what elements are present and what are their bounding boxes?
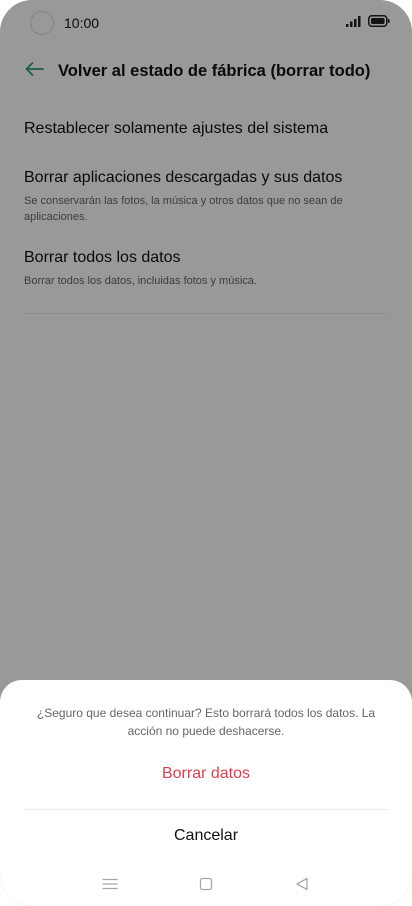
nav-home-button[interactable] (194, 874, 218, 898)
screen: 10:00 Volver al estado de fábrica (borra… (0, 0, 412, 906)
back-icon (295, 877, 309, 896)
erase-data-button[interactable]: Borrar datos (0, 758, 412, 790)
home-icon (199, 877, 213, 896)
confirm-bottom-sheet: ¿Seguro que desea continuar? Esto borrar… (0, 680, 412, 906)
confirm-message: ¿Seguro que desea continuar? Esto borrar… (36, 706, 376, 738)
sheet-divider (24, 809, 388, 810)
system-nav-bar (0, 870, 412, 902)
cancel-button[interactable]: Cancelar (0, 820, 412, 852)
nav-menu-button[interactable] (98, 874, 122, 898)
menu-icon (102, 877, 118, 895)
nav-back-button[interactable] (290, 874, 314, 898)
